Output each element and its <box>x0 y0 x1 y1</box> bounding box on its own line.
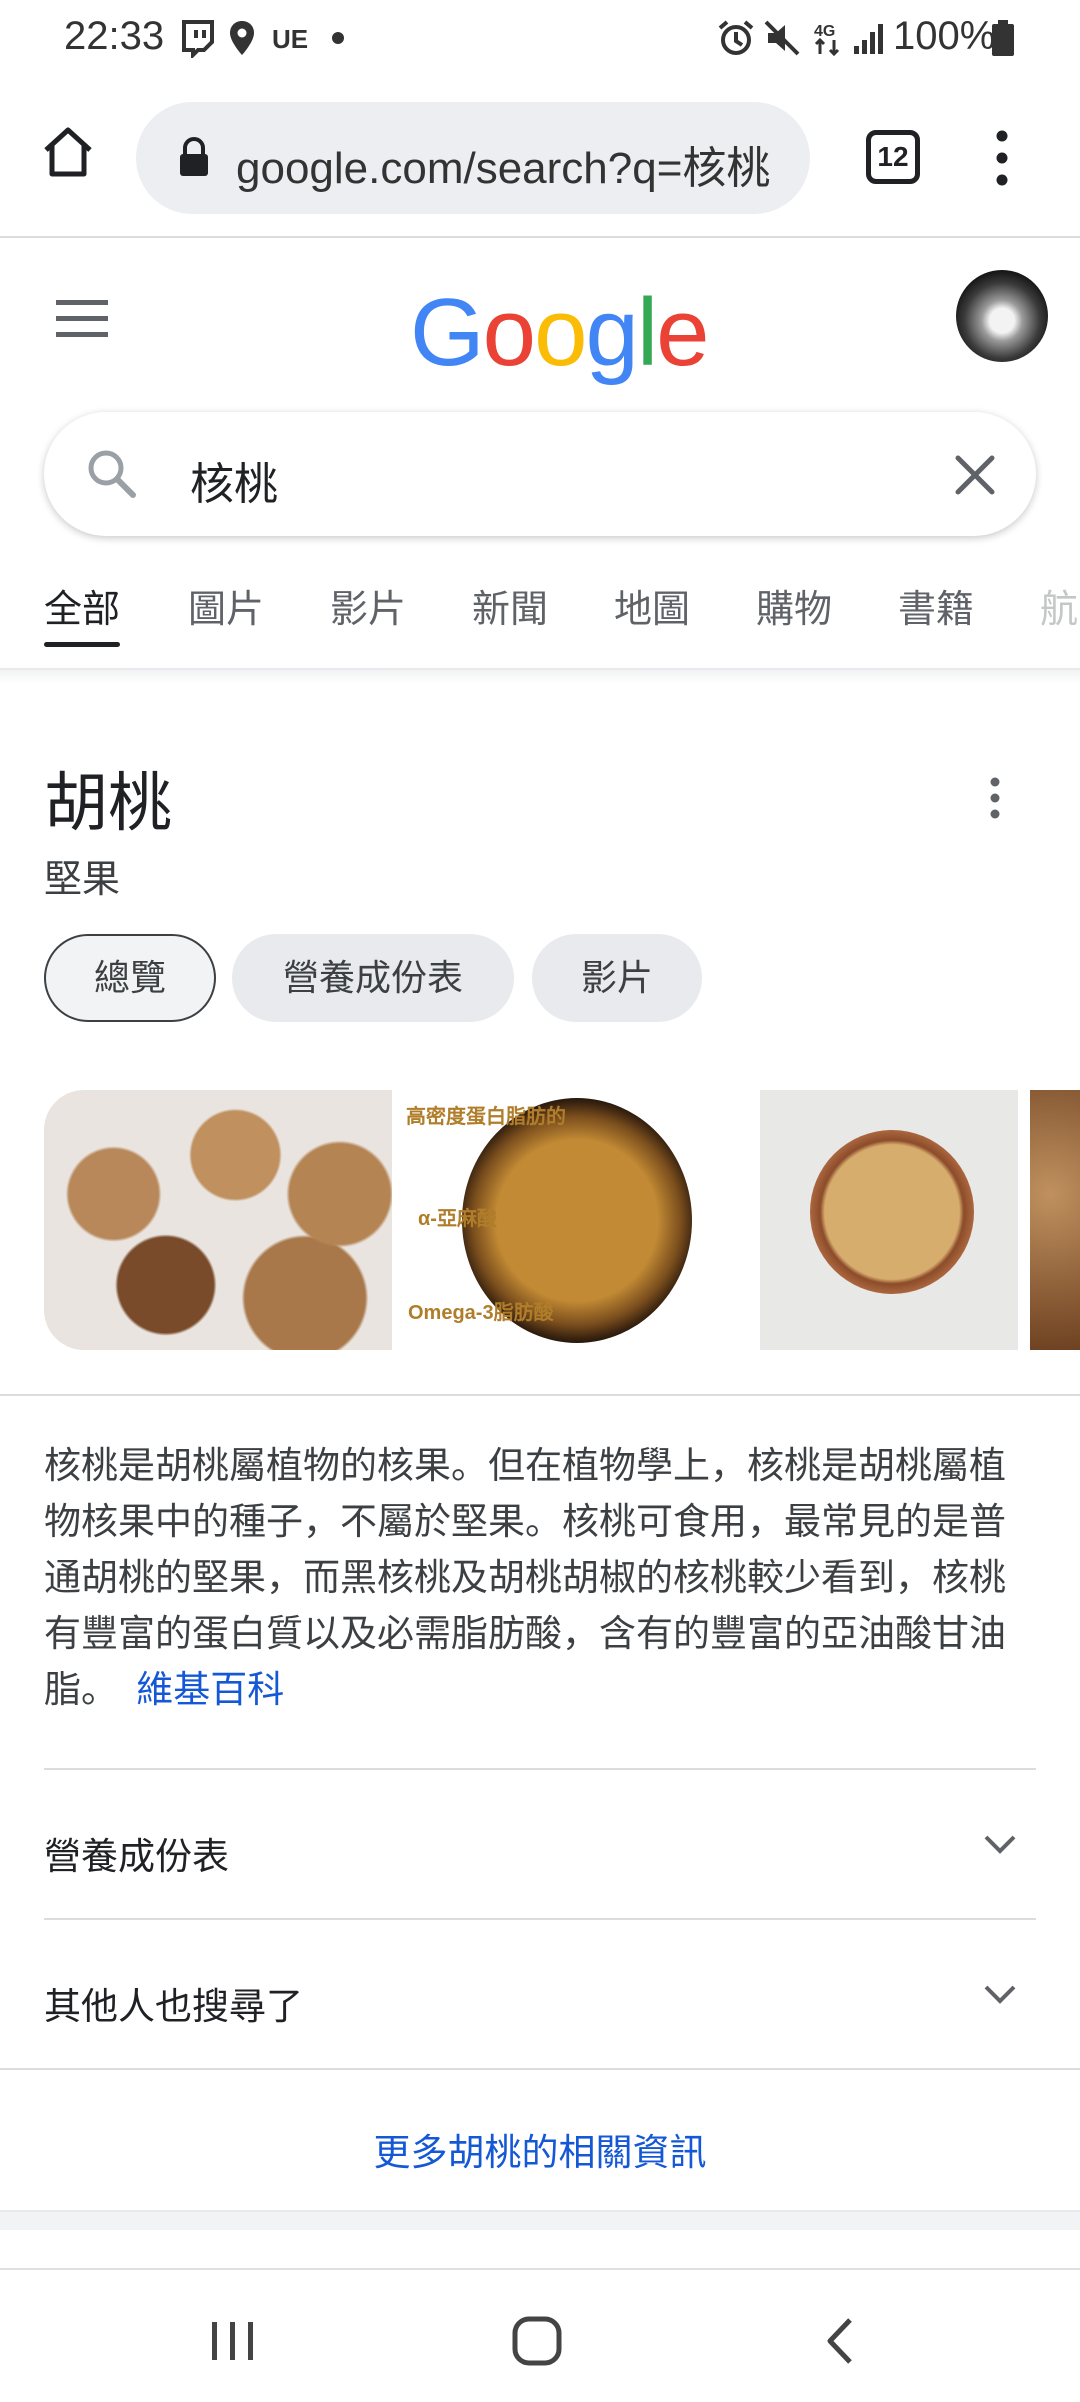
chip-overview[interactable]: 總覽 <box>44 934 216 1022</box>
account-avatar[interactable] <box>956 270 1048 362</box>
battery-icon <box>992 20 1014 56</box>
active-tab-indicator <box>44 642 120 647</box>
chevron-down-icon[interactable] <box>982 1976 1018 2012</box>
tab-images[interactable]: 圖片 <box>188 578 264 633</box>
chip-videos[interactable]: 影片 <box>532 934 702 1022</box>
hamburger-menu-icon[interactable] <box>56 298 112 340</box>
walnut-bowl-graphic <box>810 1130 974 1294</box>
search-box[interactable]: 核桃 <box>44 412 1036 536</box>
google-logo[interactable]: Google <box>410 278 710 388</box>
tab-flights[interactable]: 航 <box>1040 578 1080 633</box>
recent-apps-icon[interactable] <box>208 2318 258 2364</box>
alarm-icon <box>718 20 754 55</box>
4g-icon: 4G <box>814 23 840 57</box>
dot-icon <box>332 32 344 44</box>
tab-videos[interactable]: 影片 <box>330 578 406 633</box>
lock-icon <box>180 137 208 176</box>
status-time: 22:33 <box>64 14 165 58</box>
divider <box>0 2068 1080 2070</box>
signal-icon <box>854 24 883 54</box>
location-icon <box>230 21 254 55</box>
battery-percent: 100% <box>893 14 996 58</box>
system-navigation-bar <box>0 2268 1080 2402</box>
back-icon[interactable] <box>820 2314 860 2368</box>
divider <box>44 1918 1036 1920</box>
tab-switcher-button[interactable]: 12 <box>866 130 920 184</box>
image-caption-2: α-亞麻酸 <box>418 1208 497 1230</box>
description-block: 核桃是胡桃屬植物的核果。但在植物學上，核桃是胡桃屬植物核果中的種子，不屬於堅果。… <box>44 1438 1036 1718</box>
section-separator <box>0 2210 1080 2230</box>
address-bar[interactable]: google.com/search?q=核桃 <box>136 102 810 214</box>
divider <box>44 1768 1036 1770</box>
tab-maps[interactable]: 地圖 <box>614 578 690 633</box>
status-bar: 22:33 UE 4G 100% <box>0 0 1080 80</box>
home-nav-icon[interactable] <box>510 2314 564 2368</box>
tabs-divider <box>0 668 1080 684</box>
walnut-image-3[interactable] <box>760 1090 1018 1350</box>
clear-search-icon[interactable] <box>952 452 998 498</box>
expander-people-also-search[interactable]: 其他人也搜尋了 <box>44 1976 303 2030</box>
twitch-icon <box>182 20 214 58</box>
chip-nutrition-facts[interactable]: 營養成份表 <box>232 934 514 1022</box>
carrier-label: UE <box>272 24 309 54</box>
tab-shopping[interactable]: 購物 <box>756 578 832 633</box>
knowledge-panel-title: 胡桃 <box>44 767 172 839</box>
tab-news[interactable]: 新聞 <box>472 578 548 633</box>
search-input[interactable]: 核桃 <box>190 448 278 512</box>
more-vert-icon[interactable] <box>982 128 1022 188</box>
image-caption-1: 高密度蛋白脂肪的 <box>406 1106 566 1128</box>
walnut-image-1[interactable] <box>44 1090 392 1350</box>
expander-nutrition-facts[interactable]: 營養成份表 <box>44 1826 229 1880</box>
tab-books[interactable]: 書籍 <box>898 578 974 633</box>
mute-icon <box>764 20 800 56</box>
chevron-down-icon[interactable] <box>982 1826 1018 1862</box>
walnut-image-4[interactable] <box>1030 1090 1080 1350</box>
url-text[interactable]: google.com/search?q=核桃 <box>236 132 796 196</box>
tab-all[interactable]: 全部 <box>44 578 120 633</box>
walnut-image-2[interactable]: 高密度蛋白脂肪的 α-亞麻酸 Omega-3脂肪酸 <box>402 1090 748 1350</box>
search-icon <box>88 450 136 498</box>
image-caption-3: Omega-3脂肪酸 <box>408 1302 554 1324</box>
panel-more-icon[interactable] <box>980 774 1010 824</box>
more-info-link[interactable]: 更多胡桃的相關資訊 <box>0 2122 1080 2176</box>
svg-text:4G: 4G <box>814 23 835 40</box>
divider <box>0 1394 1080 1396</box>
home-icon[interactable] <box>40 124 96 180</box>
knowledge-panel-subtitle: 堅果 <box>44 859 121 901</box>
browser-toolbar: google.com/search?q=核桃 12 <box>0 80 1080 238</box>
wikipedia-link[interactable]: 維基百科 <box>136 1669 284 1710</box>
